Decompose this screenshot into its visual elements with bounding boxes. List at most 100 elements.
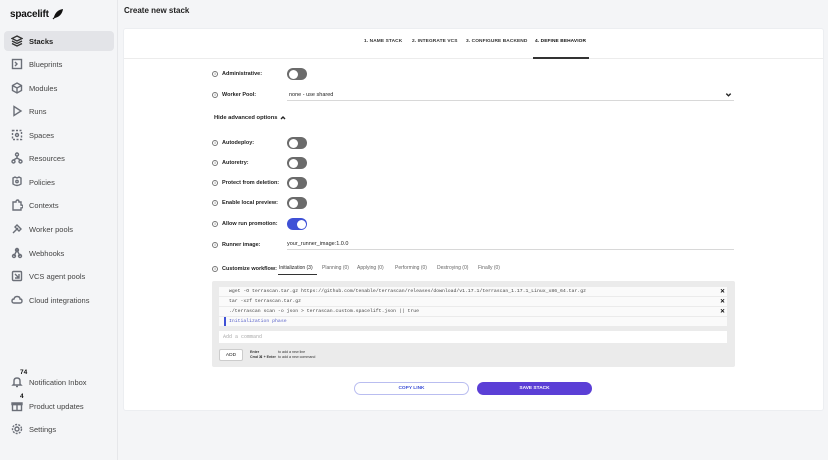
sidebar-item-blueprints[interactable]: Blueprints: [4, 54, 114, 74]
active-step-indicator: [533, 57, 589, 59]
sidebar-item-resources[interactable]: Resources: [4, 148, 114, 168]
stepper: 1. NAME STACK 2. INTEGRATE VCS 3. CONFIG…: [124, 29, 823, 59]
sidebar-item-label: Policies: [29, 177, 55, 187]
administrative-toggle[interactable]: [287, 68, 307, 80]
customize-workflow-label: Customize workflow:: [222, 266, 278, 272]
command-row[interactable]: wget -O terrascan.tar.gz https://github.…: [219, 287, 727, 296]
step-define-behavior[interactable]: 4. DEFINE BEHAVIOR: [535, 39, 586, 44]
step-configure-backend[interactable]: 3. CONFIGURE BACKEND: [466, 39, 527, 44]
puzzle-icon: [11, 199, 23, 211]
local-preview-toggle[interactable]: [287, 197, 307, 209]
sidebar-item-modules[interactable]: Modules: [4, 78, 114, 98]
runner-image-label: Runner image:: [222, 242, 261, 248]
sidebar-item-cloud-integrations[interactable]: Cloud integrations: [4, 290, 114, 310]
protect-from-deletion-label: Protect from deletion:: [222, 180, 280, 186]
info-icon[interactable]: i: [212, 242, 218, 248]
info-icon[interactable]: i: [212, 180, 218, 186]
command-text: tar -xzf terrascan.tar.gz: [229, 299, 301, 304]
info-icon[interactable]: i: [212, 200, 218, 206]
step-name-stack[interactable]: 1. NAME STACK: [364, 39, 402, 44]
sidebar-item-label: Resources: [29, 153, 65, 163]
sidebar-item-runs[interactable]: Runs: [4, 101, 114, 121]
runner-image-input[interactable]: your_runner_image:1.0.0: [287, 238, 734, 250]
copy-link-button[interactable]: COPY LINK: [354, 382, 469, 395]
sidebar-item-webhooks[interactable]: Webhooks: [4, 243, 114, 263]
worker-pool-select[interactable]: none - use shared: [287, 89, 734, 101]
webhook-icon: [11, 247, 23, 259]
keyboard-hint-texts: to add a new line to add a new command: [278, 350, 315, 359]
info-icon[interactable]: i: [212, 92, 218, 98]
phase-marker: Initialization phase: [219, 317, 727, 326]
create-stack-card: 1. NAME STACK 2. INTEGRATE VCS 3. CONFIG…: [124, 29, 823, 410]
hide-advanced-options-button[interactable]: Hide advanced options: [214, 115, 286, 121]
active-tab-indicator: [278, 274, 317, 275]
tab-initialization[interactable]: Initialization (3): [279, 265, 313, 271]
save-stack-button[interactable]: SAVE STACK: [477, 382, 592, 395]
info-icon[interactable]: i: [212, 160, 218, 166]
info-icon[interactable]: i: [212, 266, 218, 272]
run-promotion-label: Allow run promotion:: [222, 221, 278, 227]
info-icon[interactable]: i: [212, 221, 218, 227]
policies-icon: [11, 176, 23, 188]
gift-icon: [11, 400, 23, 412]
page-title: Create new stack: [124, 6, 190, 15]
autodeploy-toggle[interactable]: [287, 137, 307, 149]
chevron-down-icon: [725, 91, 732, 98]
sidebar-item-settings[interactable]: Settings: [4, 419, 114, 439]
worker-pool-value: none - use shared: [289, 91, 334, 98]
sidebar-item-contexts[interactable]: Contexts: [4, 195, 114, 215]
close-icon[interactable]: ✕: [720, 298, 725, 305]
gear-icon: [11, 423, 23, 435]
add-command-input[interactable]: Add a command: [219, 331, 727, 343]
autodeploy-label: Autodeploy:: [222, 140, 255, 146]
resources-icon: [11, 152, 23, 164]
step-integrate-vcs[interactable]: 2. INTEGRATE VCS: [412, 39, 458, 44]
sidebar-item-label: VCS agent pools: [29, 271, 86, 281]
autoretry-toggle[interactable]: [287, 157, 307, 169]
info-icon[interactable]: i: [212, 71, 218, 77]
close-icon[interactable]: ✕: [720, 288, 725, 295]
workflow-commands-panel: wget -O terrascan.tar.gz https://github.…: [212, 281, 735, 367]
tab-destroying[interactable]: Destroying (0): [437, 265, 468, 271]
sidebar-item-label: Settings: [29, 424, 57, 434]
sidebar-item-spaces[interactable]: Spaces: [4, 125, 114, 145]
sidebar-item-stacks[interactable]: Stacks: [4, 31, 114, 51]
sidebar-item-vcs-agent-pools[interactable]: VCS agent pools: [4, 266, 114, 286]
command-row[interactable]: ./terrascan scan -o json > terrascan.cus…: [219, 307, 727, 316]
info-icon[interactable]: i: [212, 140, 218, 146]
close-icon[interactable]: ✕: [720, 308, 725, 315]
tab-finally[interactable]: Finally (0): [478, 265, 500, 271]
tab-planning[interactable]: Planning (0): [322, 265, 349, 271]
keyboard-hint-keys: Enter Cmd ⌘ + Enter: [250, 350, 276, 359]
protect-from-deletion-toggle[interactable]: [287, 177, 307, 189]
notification-count-badge: 74: [20, 369, 28, 376]
app-root: spacelift Stacks Blueprints Modules Runs…: [0, 0, 828, 460]
worker-pools-icon: [11, 223, 23, 235]
phase-marker-text: Initialization phase: [229, 319, 287, 324]
sidebar-item-product-updates[interactable]: 4 Product updates: [4, 393, 114, 416]
cube-icon: [11, 82, 23, 94]
tab-performing[interactable]: Performing (0): [395, 265, 427, 271]
sidebar-item-notification-inbox[interactable]: 74 Notification Inbox: [4, 369, 114, 392]
vcs-icon: [11, 270, 23, 282]
add-command-placeholder: Add a command: [223, 334, 263, 340]
sidebar-item-label: Cloud integrations: [29, 295, 90, 305]
sidebar-item-label: Notification Inbox: [29, 377, 87, 387]
advanced-toggle-label: Hide advanced options: [214, 115, 278, 121]
sidebar-item-policies[interactable]: Policies: [4, 172, 114, 192]
logo[interactable]: spacelift: [10, 6, 65, 22]
tab-applying[interactable]: Applying (0): [357, 265, 384, 271]
sidebar-item-label: Contexts: [29, 200, 59, 210]
command-row[interactable]: tar -xzf terrascan.tar.gz ✕: [219, 297, 727, 306]
hint-text-new-command: to add a new command: [278, 354, 316, 359]
autoretry-label: Autoretry:: [222, 160, 249, 166]
sidebar-item-label: Blueprints: [29, 59, 63, 69]
sidebar-item-label: Runs: [29, 106, 47, 116]
hint-key-cmd-enter: Cmd ⌘ + Enter: [250, 354, 276, 359]
cloud-icon: [11, 294, 23, 306]
hint-text-new-line: to add a new line: [278, 350, 306, 354]
logo-text: spacelift: [10, 8, 49, 20]
run-promotion-toggle[interactable]: [287, 218, 307, 230]
add-command-button[interactable]: ADD: [219, 349, 243, 361]
sidebar-item-worker-pools[interactable]: Worker pools: [4, 219, 114, 239]
